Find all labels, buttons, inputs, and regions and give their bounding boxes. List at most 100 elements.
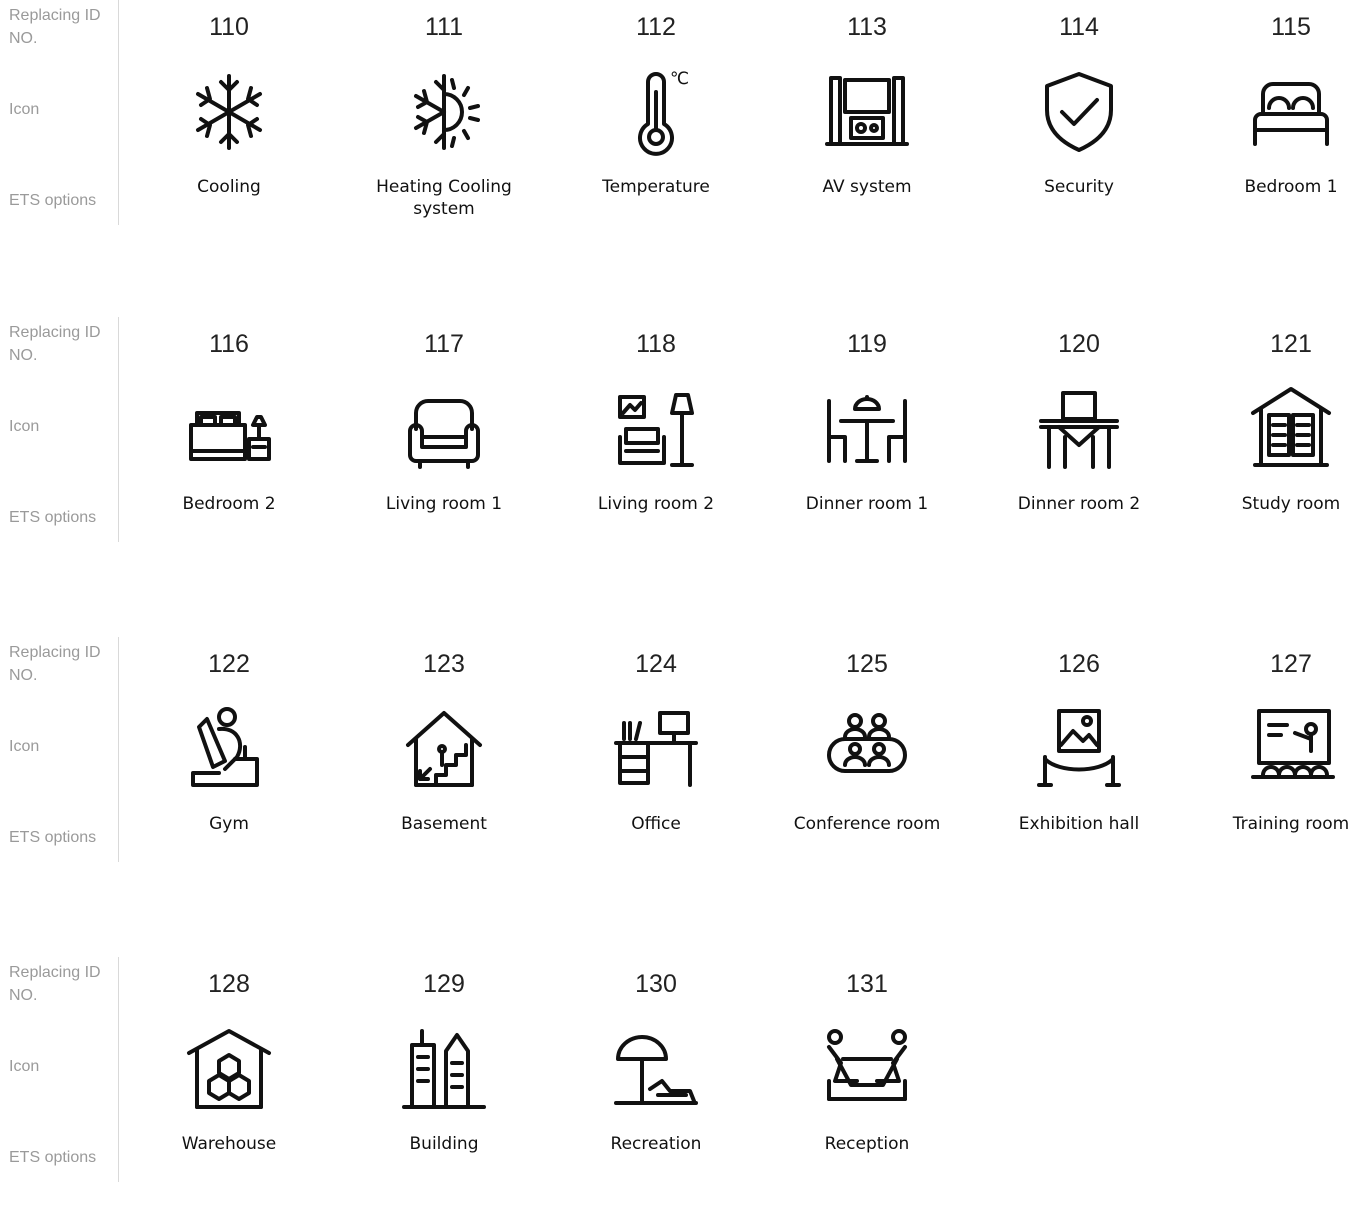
ets-option-name: Recreation xyxy=(610,1134,702,1154)
ets-options-label: ETS options xyxy=(9,829,97,846)
icon-cell: 124 Office xyxy=(566,637,746,887)
ets-option-name: Bedroom 2 xyxy=(182,494,276,514)
tv-speakers-icon xyxy=(817,62,917,162)
id-number: 112 xyxy=(636,13,676,41)
ets-option-name: Cooling xyxy=(197,177,261,197)
ets-option-name: Exhibition hall xyxy=(1018,814,1140,834)
icon-cell: 118 Living room 2 xyxy=(566,317,746,567)
snow-sun-icon xyxy=(394,62,494,162)
replacing-id-label: Replacing ID NO. xyxy=(9,964,101,1004)
warehouse-icon xyxy=(179,1019,279,1119)
ets-option-name: Training room xyxy=(1232,814,1350,834)
id-number: 126 xyxy=(1058,650,1100,678)
icon-cell: 123 Basement xyxy=(354,637,534,887)
icon-cell: 125 Conference room xyxy=(777,637,957,887)
icon-cell: 121 Study room xyxy=(1201,317,1365,567)
beach-umbrella-icon xyxy=(606,1019,706,1119)
id-number: 115 xyxy=(1271,13,1311,41)
id-number: 116 xyxy=(209,330,249,358)
book-house-icon xyxy=(1241,379,1341,479)
row-labels: Replacing ID NO. Icon ETS options xyxy=(0,317,119,542)
id-number: 122 xyxy=(208,650,250,678)
row-labels: Replacing ID NO. Icon ETS options xyxy=(0,957,119,1182)
ets-options-label: ETS options xyxy=(9,192,97,209)
row-labels: Replacing ID NO. Icon ETS options xyxy=(0,0,119,225)
ets-option-name: Conference room xyxy=(793,814,941,834)
ets-options-label: ETS options xyxy=(9,1149,97,1166)
ets-option-name: Basement xyxy=(401,814,487,834)
table-chair-icon xyxy=(1029,379,1129,479)
exhibition-icon xyxy=(1029,699,1129,799)
training-icon xyxy=(1241,699,1341,799)
id-number: 117 xyxy=(424,330,464,358)
icon-cell: 117 Living room 1 xyxy=(354,317,534,567)
id-number: 123 xyxy=(423,650,465,678)
icon-cell: 128 Warehouse xyxy=(139,957,319,1207)
ets-option-name: Office xyxy=(631,814,681,834)
svg-text:℃: ℃ xyxy=(670,69,689,89)
icon-cell: 129 Building xyxy=(354,957,534,1207)
ets-option-name: Living room 1 xyxy=(385,494,503,514)
id-number: 129 xyxy=(423,970,465,998)
conference-icon xyxy=(817,699,917,799)
dining-table-icon xyxy=(817,379,917,479)
id-number: 121 xyxy=(1270,330,1312,358)
snowflake-icon xyxy=(179,62,279,162)
ets-option-name: Living room 2 xyxy=(597,494,715,514)
icon-label: Icon xyxy=(9,418,40,435)
icon-cell: 127 Training room xyxy=(1201,637,1365,887)
bed-icon xyxy=(1241,62,1341,162)
ets-option-name: Bedroom 1 xyxy=(1244,177,1338,197)
office-desk-icon xyxy=(606,699,706,799)
icon-label: Icon xyxy=(9,101,40,118)
ets-option-name: Heating Cooling system xyxy=(376,177,512,219)
icon-cell: 126 Exhibition hall xyxy=(989,637,1169,887)
icon-cell: 119 Dinner room 1 xyxy=(777,317,957,567)
armchair-icon xyxy=(394,379,494,479)
id-number: 111 xyxy=(424,13,463,41)
ets-option-name: Warehouse xyxy=(181,1134,277,1154)
ets-option-name: Reception xyxy=(824,1134,910,1154)
id-number: 118 xyxy=(636,330,676,358)
icon-cell: 112 ℃ Temperature xyxy=(566,0,746,250)
ets-option-name: Dinner room 2 xyxy=(1017,494,1141,514)
armchair-lamp-icon xyxy=(606,379,706,479)
replacing-id-label: Replacing ID NO. xyxy=(9,644,101,684)
icon-cell: 130 Recreation xyxy=(566,957,746,1207)
id-number: 114 xyxy=(1059,13,1099,41)
id-number: 124 xyxy=(635,650,677,678)
ets-option-name: Dinner room 1 xyxy=(805,494,929,514)
bed-nightstand-icon xyxy=(179,379,279,479)
replacing-id-label: Replacing ID NO. xyxy=(9,7,101,47)
icon-cell: 115 Bedroom 1 xyxy=(1201,0,1365,250)
basement-stairs-icon xyxy=(394,699,494,799)
icon-cell: 131 Reception xyxy=(777,957,957,1207)
shield-check-icon xyxy=(1029,62,1129,162)
gym-icon xyxy=(179,699,279,799)
icon-section: Replacing ID NO. Icon ETS options 116 Be… xyxy=(0,317,1365,567)
icon-cell: 116 Bedroom 2 xyxy=(139,317,319,567)
icon-cell: 113 AV system xyxy=(777,0,957,250)
id-number: 125 xyxy=(846,650,888,678)
ets-options-label: ETS options xyxy=(9,509,97,526)
id-number: 110 xyxy=(209,13,249,41)
icon-label: Icon xyxy=(9,1058,40,1075)
id-number: 119 xyxy=(847,330,887,358)
ets-option-name: AV system xyxy=(822,177,912,197)
icon-section: Replacing ID NO. Icon ETS options 122 Gy… xyxy=(0,637,1365,887)
id-number: 131 xyxy=(846,970,888,998)
reception-icon xyxy=(817,1019,917,1119)
id-number: 120 xyxy=(1058,330,1100,358)
ets-option-name: Security xyxy=(1044,177,1114,197)
replacing-id-label: Replacing ID NO. xyxy=(9,324,101,364)
ets-option-name: Temperature xyxy=(602,177,710,197)
icon-cell: 111 Heating Cooling system xyxy=(354,0,534,250)
id-number: 130 xyxy=(635,970,677,998)
ets-option-name: Gym xyxy=(209,814,249,834)
icon-label: Icon xyxy=(9,738,40,755)
ets-option-name: Building xyxy=(409,1134,479,1154)
row-labels: Replacing ID NO. Icon ETS options xyxy=(0,637,119,862)
icon-section: Replacing ID NO. Icon ETS options 110 Co… xyxy=(0,0,1365,250)
id-number: 127 xyxy=(1270,650,1312,678)
building-icon xyxy=(394,1019,494,1119)
